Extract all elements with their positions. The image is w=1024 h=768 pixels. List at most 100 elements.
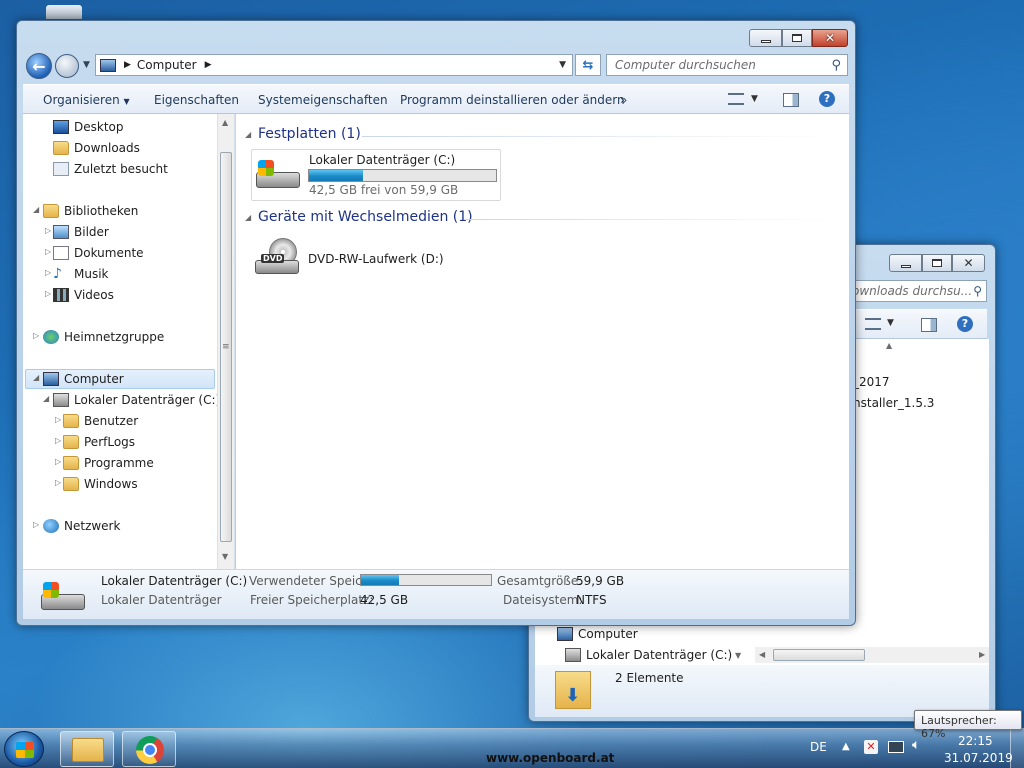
scroll-up-arrow[interactable]: ▲ [222, 118, 228, 127]
view-dropdown-icon[interactable]: ▼ [751, 94, 758, 104]
address-bar[interactable]: ▶ Computer ▶ ▼ [95, 54, 573, 76]
nav-drive-c[interactable]: Lokaler Datenträger (C:) [53, 390, 220, 410]
recycle-bin-icon[interactable] [46, 5, 82, 19]
minimize-button[interactable] [889, 254, 922, 272]
horizontal-scrollbar[interactable]: ◀ ▶ [755, 647, 989, 663]
scroll-right-arrow[interactable]: ▶ [979, 650, 985, 659]
view-options-icon[interactable] [865, 318, 881, 330]
start-button[interactable] [4, 731, 44, 767]
music-icon: ♪ [53, 266, 62, 282]
collapse-arrow-icon[interactable]: ◢ [43, 394, 49, 403]
nav-favorite-desktop[interactable]: Desktop [53, 117, 124, 137]
expand-arrow-icon[interactable]: ▷ [55, 436, 61, 445]
list-item[interactable]: nstaller_1.5.3 [853, 396, 934, 410]
drive-c-tile[interactable]: Lokaler Datenträger (C:) 42,5 GB frei vo… [251, 149, 501, 201]
maximize-button[interactable] [782, 29, 812, 47]
nav-computer[interactable]: Computer [557, 624, 638, 644]
computer-icon [43, 372, 59, 386]
properties-button[interactable]: Eigenschaften [154, 93, 239, 107]
nav-computer[interactable]: Computer [43, 369, 124, 389]
maximize-button[interactable] [922, 254, 952, 272]
help-icon[interactable]: ? [957, 316, 973, 332]
nav-folder-windows[interactable]: Windows [63, 474, 138, 494]
nav-favorite-downloads[interactable]: Downloads [53, 138, 140, 158]
navigation-pane: Desktop Downloads Zuletzt besucht ◢ Bibl… [23, 114, 235, 569]
nav-libraries[interactable]: Bibliotheken [43, 201, 138, 221]
address-dropdown-icon[interactable]: ▼ [559, 60, 566, 70]
nav-library-pictures[interactable]: Bilder [53, 222, 109, 242]
expand-arrow-icon[interactable]: ▷ [55, 415, 61, 424]
minimize-button[interactable] [749, 29, 782, 47]
group-removable[interactable]: Geräte mit Wechselmedien (1) [258, 209, 473, 225]
network-tray-icon[interactable] [888, 741, 904, 753]
clock-date[interactable]: 31.07.2019 [944, 751, 1013, 765]
forward-button[interactable] [55, 54, 79, 78]
action-center-icon[interactable]: ✕ [864, 740, 878, 754]
list-item[interactable]: _2017 [853, 375, 890, 389]
expand-arrow-icon[interactable]: ▷ [33, 331, 39, 340]
close-button[interactable]: ✕ [812, 29, 848, 47]
speaker-icon[interactable]: 🔈︎ [912, 737, 920, 753]
expand-arrow-icon[interactable]: ▷ [33, 520, 39, 529]
uninstall-button[interactable]: Programm deinstallieren oder ändern [400, 93, 625, 107]
nav-favorite-recent[interactable]: Zuletzt besucht [53, 159, 168, 179]
drive-usage-bar [308, 169, 497, 182]
more-commands-button[interactable]: » [620, 93, 627, 107]
scroll-up-arrow[interactable]: ▲ [886, 341, 892, 350]
expand-arrow-icon[interactable]: ▷ [45, 268, 51, 277]
nav-folder-perflogs[interactable]: PerfLogs [63, 432, 135, 452]
help-icon[interactable]: ? [819, 91, 835, 107]
folder-icon [63, 435, 79, 449]
computer-icon [557, 627, 573, 641]
search-input[interactable]: Computer durchsuchen ⚲ [606, 54, 848, 76]
language-indicator[interactable]: DE [810, 740, 827, 754]
breadcrumb-chevron-icon[interactable]: ▶ [205, 60, 212, 70]
expand-arrow-icon[interactable]: ▷ [55, 457, 61, 466]
preview-pane-icon[interactable] [921, 318, 937, 332]
scroll-left-arrow[interactable]: ◀ [759, 650, 765, 659]
expand-arrow-icon[interactable]: ▷ [45, 226, 51, 235]
nav-network[interactable]: Netzwerk [43, 516, 120, 536]
nav-homegroup[interactable]: Heimnetzgruppe [43, 327, 164, 347]
collapse-arrow-icon[interactable]: ◢ [33, 373, 39, 382]
recent-pages-icon[interactable]: ▼ [83, 60, 90, 70]
nav-library-documents[interactable]: Dokumente [53, 243, 144, 263]
homegroup-icon [43, 330, 59, 344]
group-hard-disks[interactable]: Festplatten (1) [258, 126, 361, 142]
system-properties-button[interactable]: Systemeigenschaften [258, 93, 388, 107]
nav-drive-c[interactable]: Lokaler Datenträger (C:) [565, 645, 732, 665]
nav-folder-benutzer[interactable]: Benutzer [63, 411, 138, 431]
item-count: 2 Elemente [615, 671, 684, 685]
collapse-group-icon[interactable]: ◢ [245, 130, 251, 139]
show-hidden-icons[interactable]: ▲ [842, 741, 850, 752]
nav-library-videos[interactable]: Videos [53, 285, 114, 305]
nav-folder-programme[interactable]: Programme [63, 453, 154, 473]
view-options-icon[interactable] [728, 93, 744, 105]
breadcrumb-computer[interactable]: Computer [137, 58, 197, 72]
group-divider [362, 136, 832, 137]
expand-arrow-icon[interactable]: ▷ [45, 289, 51, 298]
scroll-down-arrow[interactable]: ▼ [222, 552, 228, 561]
expand-arrow-icon[interactable]: ▷ [55, 478, 61, 487]
preview-pane-icon[interactable] [783, 93, 799, 107]
organize-button[interactable]: Organisieren ▼ [43, 93, 130, 107]
collapse-arrow-icon[interactable]: ◢ [33, 205, 39, 214]
collapse-group-icon[interactable]: ◢ [245, 213, 251, 222]
refresh-icon: ⇆ [582, 57, 594, 73]
scroll-down-arrow[interactable]: ▼ [735, 651, 741, 660]
breadcrumb-separator-icon[interactable]: ▶ [124, 60, 131, 70]
folder-icon [63, 414, 79, 428]
search-input[interactable]: ownloads durchsu... ⚲ [847, 280, 987, 302]
chrome-taskbar-button[interactable] [122, 731, 176, 767]
explorer-taskbar-button[interactable] [60, 731, 114, 767]
refresh-button[interactable]: ⇆ [575, 54, 601, 76]
chevron-down-icon[interactable]: ▼ [887, 318, 894, 328]
expand-arrow-icon[interactable]: ▷ [45, 247, 51, 256]
back-button[interactable]: ← [26, 53, 52, 79]
scrollbar-thumb[interactable] [773, 649, 865, 661]
taskbar: www.openboard.at DE ▲ ✕ 🔈︎ 22:15 31.07.2… [0, 728, 1024, 768]
close-button[interactable]: ✕ [952, 254, 985, 272]
drive-d-tile[interactable]: DVD DVD-RW-Laufwerk (D:) [251, 232, 501, 284]
nav-library-music[interactable]: ♪ Musik [53, 264, 109, 284]
nav-scrollbar[interactable]: ▲ ≡ ▼ [217, 114, 234, 569]
